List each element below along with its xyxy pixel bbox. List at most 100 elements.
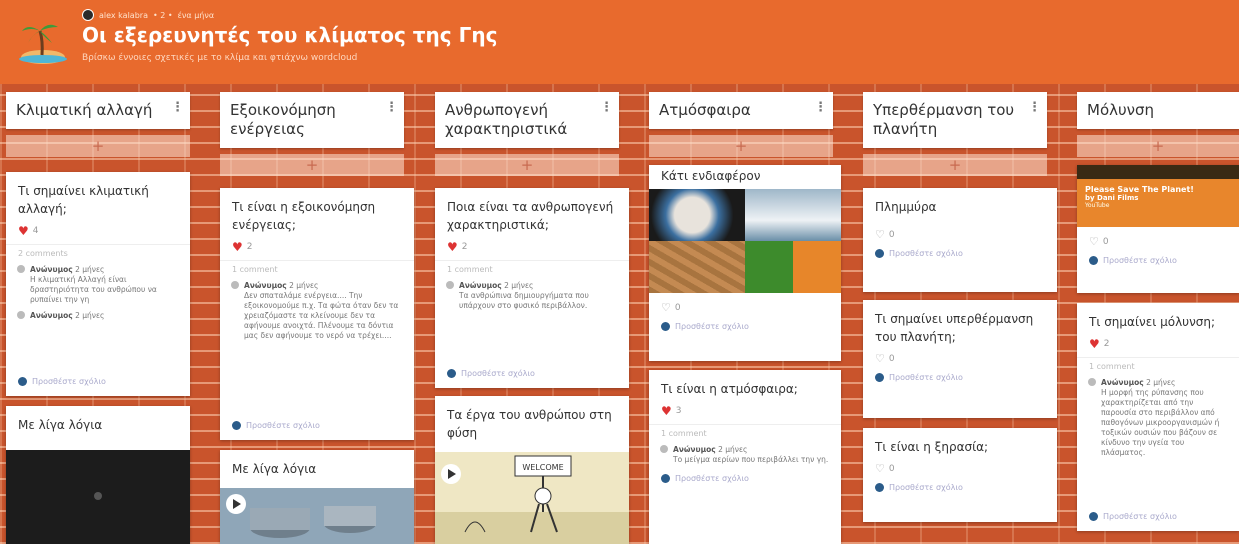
column-menu-icon[interactable]: ⋮ [385, 98, 398, 117]
column-menu-icon[interactable]: ⋮ [171, 98, 184, 117]
post-title: Τα έργα του ανθρώπου στη φύση [447, 408, 612, 440]
column-title-text: Υπερθέρμανση του πλανήτη [873, 101, 1015, 138]
like-button[interactable]: ♡ 0 [649, 293, 841, 316]
board-title: Οι εξερευνητές του κλίματος της Γης [82, 23, 498, 47]
like-button[interactable]: ♥ 3 [649, 402, 841, 420]
video-thumbnail[interactable]: WELCOME [435, 452, 629, 544]
add-comment-button[interactable]: Προσθέστε σχόλιο [863, 367, 1057, 388]
like-button[interactable]: ♥ 2 [435, 238, 629, 256]
post-card[interactable]: Κάτι ενδιαφέρον ♡ 0 Προσθέστε σχόλιο [649, 165, 841, 361]
board-header: alex kalabra • 2 • ένα μήνα Οι εξερευνητ… [0, 0, 1239, 84]
like-count: 0 [888, 353, 895, 364]
comment-author: Ανώνυμος [30, 311, 73, 320]
add-comment-button[interactable]: Προσθέστε σχόλιο [220, 415, 332, 436]
comment-text: Η κλιματική Αλλαγή είναι δραστηριότητα τ… [30, 275, 157, 304]
heart-outline-icon: ♡ [1089, 235, 1099, 248]
like-button[interactable]: ♡ 0 [863, 460, 1057, 477]
column-title: Ατμόσφαιρα ⋮ [649, 92, 833, 129]
video-thumbnail[interactable] [6, 450, 190, 544]
column-title-text: Κλιματική αλλαγή [16, 101, 153, 119]
like-button[interactable]: ♡ 0 [1077, 227, 1239, 250]
heart-icon: ♥ [18, 224, 29, 238]
post-title: Τι σημαίνει μόλυνση; [1089, 315, 1216, 329]
like-button[interactable]: ♥ 2 [220, 238, 414, 256]
column-menu-icon[interactable]: ⋮ [1028, 98, 1041, 117]
column-atmosfaira: Ατμόσφαιρα ⋮ + [649, 92, 833, 157]
loading-icon [94, 492, 102, 500]
comment-author: Ανώνυμος [673, 445, 716, 454]
post-card[interactable]: Please Save The Planet! by Dani Films Yo… [1077, 165, 1239, 293]
like-count: 2 [246, 242, 253, 252]
add-post-button[interactable]: + [1077, 135, 1239, 157]
avatar [231, 281, 239, 289]
cartoon-illustration: WELCOME [435, 455, 629, 544]
post-card[interactable]: Με λίγα λόγια [6, 406, 190, 544]
add-comment-label: Προσθέστε σχόλιο [675, 322, 749, 331]
comment-count: 1 comment [220, 260, 414, 278]
video-thumbnail[interactable] [220, 488, 414, 544]
like-count: 0 [888, 463, 895, 474]
play-icon[interactable] [441, 464, 461, 484]
post-card[interactable]: Τι σημαίνει μόλυνση; ♥ 2 1 comment Ανώνυμ… [1077, 303, 1239, 531]
add-comment-button[interactable]: Προσθέστε σχόλιο [863, 243, 1057, 264]
heart-outline-icon: ♡ [875, 352, 885, 365]
author-name[interactable]: alex kalabra [99, 11, 148, 20]
post-card[interactable]: Τι σημαίνει υπερθέρμανση του πλανήτη; ♡ 0… [863, 300, 1057, 418]
add-comment-label: Προσθέστε σχόλιο [246, 421, 320, 430]
island-logo-icon [19, 24, 67, 64]
post-title: Τι σημαίνει κλιματική αλλαγή; [18, 184, 149, 216]
heart-icon: ♥ [661, 404, 672, 418]
add-comment-button[interactable]: Προσθέστε σχόλιο [6, 371, 118, 392]
add-comment-button[interactable]: Προσθέστε σχόλιο [1077, 250, 1239, 271]
post-card[interactable]: Τι είναι η ατμόσφαιρα; ♥ 3 1 comment Ανών… [649, 370, 841, 544]
avatar [660, 445, 668, 453]
column-exoikonomisi-energeias: Εξοικονόμηση ενέργειας ⋮ + [220, 92, 404, 176]
heart-icon: ♥ [232, 240, 243, 254]
like-button[interactable]: ♡ 0 [863, 220, 1057, 243]
video-preview[interactable]: Please Save The Planet! by Dani Films Yo… [1077, 165, 1239, 227]
meta-separator: • 2 • [152, 10, 173, 20]
column-title-text: Ανθρωπογενή χαρακτηριστικά [445, 101, 568, 138]
play-icon[interactable] [226, 494, 246, 514]
column-menu-icon[interactable]: ⋮ [600, 98, 613, 117]
add-post-button[interactable]: + [220, 154, 404, 176]
add-comment-button[interactable]: Προσθέστε σχόλιο [649, 468, 841, 489]
collage-image-ice [745, 189, 841, 241]
heart-outline-icon: ♡ [661, 301, 671, 314]
post-title: Ποια είναι τα ανθρωπογενή χαρακτηριστικά… [447, 200, 614, 232]
like-button[interactable]: ♥ 4 [6, 222, 190, 240]
post-card[interactable]: Τι σημαίνει κλιματική αλλαγή; ♥ 4 2 comme… [6, 172, 190, 396]
comment-author: Ανώνυμος [30, 265, 73, 274]
post-title: Με λίγα λόγια [18, 418, 103, 432]
user-avatar-icon [875, 373, 884, 382]
post-card[interactable]: Τι είναι η ξηρασία; ♡ 0 Προσθέστε σχόλιο [863, 428, 1057, 522]
add-comment-button[interactable]: Προσθέστε σχόλιο [1077, 506, 1189, 527]
add-comment-label: Προσθέστε σχόλιο [675, 474, 749, 483]
like-button[interactable]: ♡ 0 [863, 350, 1057, 367]
user-avatar-icon [875, 483, 884, 492]
add-post-button[interactable]: + [6, 135, 190, 157]
post-card[interactable]: Ποια είναι τα ανθρωπογενή χαρακτηριστικά… [435, 188, 629, 388]
collage-image-forest [745, 241, 841, 293]
post-title: Τι σημαίνει υπερθέρμανση του πλανήτη; [875, 312, 1034, 344]
post-card[interactable]: Πλημμύρα ♡ 0 Προσθέστε σχόλιο [863, 188, 1057, 292]
add-comment-button[interactable]: Προσθέστε σχόλιο [863, 477, 1057, 498]
post-card[interactable]: Τι είναι η εξοικονόμηση ενέργειας; ♥ 2 1 … [220, 188, 414, 440]
like-button[interactable]: ♥ 2 [1077, 335, 1239, 353]
post-card[interactable]: Τα έργα του ανθρώπου στη φύση WELCOME [435, 396, 629, 544]
image-collage[interactable] [649, 189, 841, 293]
add-comment-button[interactable]: Προσθέστε σχόλιο [435, 363, 547, 384]
add-post-button[interactable]: + [649, 135, 833, 157]
like-count: 2 [1103, 339, 1110, 349]
column-menu-icon[interactable]: ⋮ [814, 98, 827, 117]
avatar [446, 281, 454, 289]
add-comment-button[interactable]: Προσθέστε σχόλιο [649, 316, 841, 337]
heart-icon: ♥ [447, 240, 458, 254]
comment: Ανώνυμος 2 μήνες [6, 308, 190, 324]
column-title-text: Μόλυνση [1087, 101, 1155, 119]
comment-time: 2 μήνες [289, 281, 319, 290]
post-card[interactable]: Με λίγα λόγια [220, 450, 414, 544]
add-post-button[interactable]: + [435, 154, 619, 176]
add-post-button[interactable]: + [863, 154, 1047, 176]
comment-text: Δεν σπαταλάμε ενέργεια.... Την εξοικονομ… [244, 291, 399, 340]
